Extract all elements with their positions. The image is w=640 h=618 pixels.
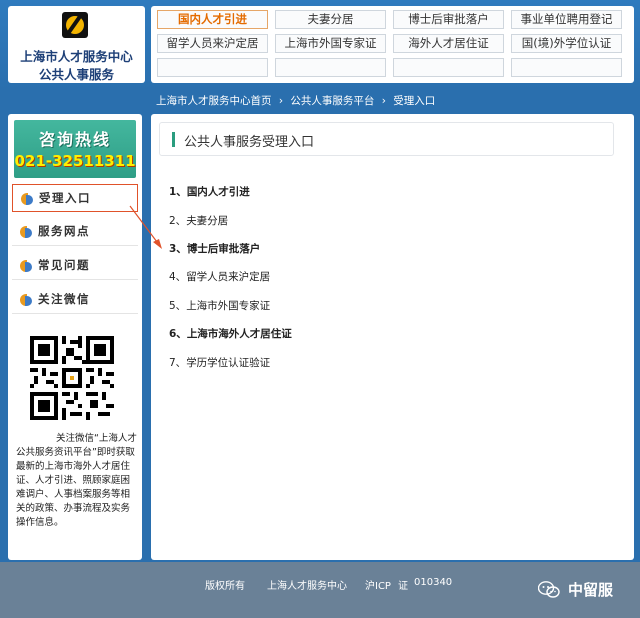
page-title: 公共人事服务受理入口 <box>184 135 315 150</box>
entry-number: 4、 <box>169 271 187 283</box>
wechat-icon <box>538 581 560 598</box>
top-navigation: 国内人才引进 夫妻分居 博士后审批落户 事业单位聘用登记 留学人员来沪定居 上海… <box>151 6 634 83</box>
footer-rights: 版权所有 <box>205 581 245 592</box>
nav-empty-slot <box>157 58 268 77</box>
nav-domestic-talent[interactable]: 国内人才引进 <box>157 10 268 29</box>
bullet-icon <box>20 294 32 306</box>
section-accent-bar <box>172 132 175 147</box>
entry-link-returnee-settlement[interactable]: 4、留学人员来沪定居 <box>169 269 270 284</box>
entry-link-postdoc-settlement[interactable]: 3、博士后审批落户 <box>169 241 260 256</box>
breadcrumb-platform-link[interactable]: 公共人事服务平台 <box>290 95 374 107</box>
hotline-number: 021-32511311 <box>14 152 136 170</box>
breadcrumb: 上海市人才服务中心首页 › 公共人事服务平台 › 受理入口 <box>156 93 439 109</box>
breadcrumb-separator: › <box>278 95 284 107</box>
site-logo[interactable]: 上海市人才服务中心 公共人事服务 <box>8 6 145 83</box>
nav-institution-registration[interactable]: 事业单位聘用登记 <box>511 10 622 29</box>
entry-label: 留学人员来沪定居 <box>186 271 271 283</box>
breadcrumb-home-link[interactable]: 上海市人才服务中心首页 <box>156 95 272 107</box>
entry-label: 夫妻分居 <box>186 215 229 227</box>
nav-empty-slot <box>393 58 504 77</box>
sidebar-item-entry[interactable]: 受理入口 <box>12 184 138 212</box>
entry-link-foreign-expert-cert[interactable]: 5、上海市外国专家证 <box>169 298 270 313</box>
logo-title-line2: 公共人事服务 <box>38 67 114 82</box>
sidebar-item-faq[interactable]: 常见问题 <box>12 252 138 280</box>
breadcrumb-separator: › <box>381 95 386 107</box>
main-content: 公共人事服务受理入口 1、国内人才引进 2、夫妻分居 3、博士后审批落户 4、留… <box>151 114 634 560</box>
bullet-icon <box>21 193 33 205</box>
entry-label: 上海市海外人才居住证 <box>186 328 292 340</box>
sidebar-item-label: 服务网点 <box>38 224 90 238</box>
sidebar-item-label: 关注微信 <box>38 292 90 306</box>
footer-icp-number: 010340 <box>414 577 453 588</box>
entry-label: 国内人才引进 <box>186 186 250 198</box>
entry-number: 5、 <box>169 300 187 312</box>
entry-number: 1、 <box>169 186 187 198</box>
entry-link-spouse-separation[interactable]: 2、夫妻分居 <box>169 213 228 228</box>
nav-overseas-residence-permit[interactable]: 海外人才居住证 <box>393 34 504 53</box>
nav-spouse-separation[interactable]: 夫妻分居 <box>275 10 386 29</box>
footer-icp-cert: 证 <box>398 581 408 592</box>
sidebar-item-service-points[interactable]: 服务网点 <box>12 218 138 246</box>
page-footer: 版权所有 上海人才服务中心 沪ICP 证 010340 中留服 <box>0 562 640 618</box>
entry-label: 学历学位认证验证 <box>186 357 271 369</box>
hotline-banner: 咨询热线 021-32511311 <box>14 120 136 178</box>
entry-label: 博士后审批落户 <box>186 243 261 255</box>
wechat-account-name: 中留服 <box>568 581 614 599</box>
entry-number: 2、 <box>169 215 187 227</box>
section-header: 公共人事服务受理入口 <box>159 122 614 156</box>
qr-code-icon <box>30 336 114 420</box>
nav-returnee-settlement[interactable]: 留学人员来沪定居 <box>157 34 268 53</box>
entry-number: 7、 <box>169 357 187 369</box>
entry-number: 3、 <box>169 243 187 255</box>
logo-emblem-icon <box>62 12 88 38</box>
nav-foreign-expert-cert[interactable]: 上海市外国专家证 <box>275 34 386 53</box>
logo-title-line1: 上海市人才服务中心 <box>20 49 133 64</box>
bullet-icon <box>20 226 32 238</box>
qr-description: 关注微信“上海人才公共服务资讯平台”即时获取最新的上海市海外人才居住证、人才引进… <box>16 433 137 528</box>
footer-organization: 上海人才服务中心 <box>267 581 347 592</box>
nav-empty-slot <box>511 58 622 77</box>
entry-link-domestic-talent[interactable]: 1、国内人才引进 <box>169 184 250 199</box>
nav-empty-slot <box>275 58 386 77</box>
breadcrumb-current: 受理入口 <box>393 95 436 107</box>
wechat-account-badge: 中留服 <box>538 578 632 602</box>
left-sidebar: 咨询热线 021-32511311 受理入口 服务网点 常见问题 关注微信 关注… <box>8 114 142 560</box>
nav-postdoc-settlement[interactable]: 博士后审批落户 <box>393 10 504 29</box>
sidebar-item-label: 受理入口 <box>39 191 91 205</box>
nav-foreign-degree-cert[interactable]: 国(境)外学位认证 <box>511 34 622 53</box>
hotline-title: 咨询热线 <box>38 130 111 149</box>
bullet-icon <box>20 260 32 272</box>
entry-link-degree-verification[interactable]: 7、学历学位认证验证 <box>169 355 270 370</box>
sidebar-item-follow-wechat[interactable]: 关注微信 <box>12 286 138 314</box>
sidebar-item-label: 常见问题 <box>38 258 90 272</box>
entry-label: 上海市外国专家证 <box>186 300 271 312</box>
entry-link-overseas-residence-permit[interactable]: 6、上海市海外人才居住证 <box>169 326 292 341</box>
entry-number: 6、 <box>169 328 187 340</box>
footer-icp-label: 沪ICP <box>365 581 391 592</box>
